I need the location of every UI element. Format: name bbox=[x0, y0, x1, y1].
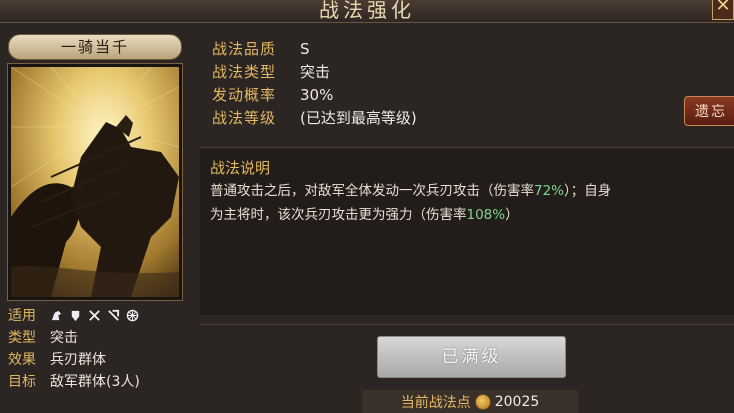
info-key: 战法品质 bbox=[212, 40, 277, 58]
info-row-probability: 发动概率 30% bbox=[212, 83, 417, 106]
cavalry-icon bbox=[51, 310, 62, 320]
shield-icon bbox=[71, 310, 80, 321]
description-segment: 普通攻击之后，对敌军全体发动一次兵刃攻击（伤害率 bbox=[210, 183, 534, 199]
attr-row-effect: 效果 兵刃群体 bbox=[8, 348, 188, 370]
max-level-button[interactable]: 已满级 bbox=[377, 336, 566, 378]
info-key: 战法类型 bbox=[212, 63, 277, 81]
forget-button[interactable]: 遗忘 bbox=[684, 96, 734, 126]
tactic-card-art bbox=[11, 67, 179, 297]
info-key: 发动概率 bbox=[212, 86, 277, 104]
description-segment: ） bbox=[505, 207, 519, 223]
info-row-type: 战法类型 突击 bbox=[212, 60, 417, 83]
info-key: 战法等级 bbox=[212, 109, 277, 127]
coin-icon bbox=[474, 393, 491, 410]
bow-icon bbox=[108, 309, 120, 321]
attr-value: 突击 bbox=[50, 330, 78, 346]
tactic-card bbox=[7, 63, 183, 301]
page-title: 战法强化 bbox=[319, 0, 415, 22]
tactic-name-plate: 一骑当千 bbox=[8, 34, 182, 60]
info-value: (已达到最高等级) bbox=[300, 109, 417, 127]
attr-key: 适用 bbox=[8, 308, 36, 324]
description-title: 战法说明 bbox=[210, 159, 271, 177]
crossed-spears-icon bbox=[89, 309, 100, 321]
description-segment: ）；自身 bbox=[564, 183, 612, 199]
info-value: S bbox=[300, 39, 310, 58]
attr-key: 类型 bbox=[8, 330, 36, 346]
points-label: 当前战法点 bbox=[400, 394, 471, 411]
close-button[interactable]: ✕ bbox=[712, 0, 734, 20]
title-bar: 战法强化 ✕ bbox=[0, 0, 734, 23]
tactic-info: 战法品质 S 战法类型 突击 发动概率 30% 战法等级 (已达到最高等级) bbox=[212, 37, 417, 129]
info-row-quality: 战法品质 S bbox=[212, 37, 417, 60]
divider bbox=[200, 324, 734, 325]
damage-rate-value: 72% bbox=[534, 183, 565, 199]
tactic-points-bar: 当前战法点 20025 bbox=[362, 390, 578, 413]
attr-row-target: 目标 敌军群体(3人) bbox=[8, 370, 188, 392]
attr-row-applicable: 适用 bbox=[8, 304, 188, 326]
info-row-level: 战法等级 (已达到最高等级) bbox=[212, 106, 417, 129]
unit-icons bbox=[50, 309, 139, 322]
attr-key: 目标 bbox=[8, 374, 36, 390]
tactic-attributes: 适用 类型 突击 效果 兵刃群体 目标 敌军群体(3人) bbox=[8, 304, 188, 392]
attr-value: 敌军群体(3人) bbox=[50, 374, 140, 390]
description-panel: 战法说明 普通攻击之后，对敌军全体发动一次兵刃攻击（伤害率72%）；自身 为主将… bbox=[200, 147, 734, 315]
attr-row-type: 类型 突击 bbox=[8, 326, 188, 348]
description-text: 普通攻击之后，对敌军全体发动一次兵刃攻击（伤害率72%）；自身 为主将时，该次兵… bbox=[210, 179, 725, 227]
attr-key: 效果 bbox=[8, 352, 36, 368]
info-value: 突击 bbox=[300, 63, 331, 81]
damage-rate-value: 108% bbox=[466, 207, 506, 223]
info-value: 30% bbox=[300, 85, 334, 104]
points-value: 20025 bbox=[494, 393, 540, 410]
attr-value: 兵刃群体 bbox=[50, 352, 106, 368]
wheel-icon bbox=[126, 309, 139, 321]
close-icon: ✕ bbox=[715, 0, 731, 16]
description-segment: 为主将时，该次兵刃攻击更为强力（伤害率 bbox=[210, 207, 467, 223]
